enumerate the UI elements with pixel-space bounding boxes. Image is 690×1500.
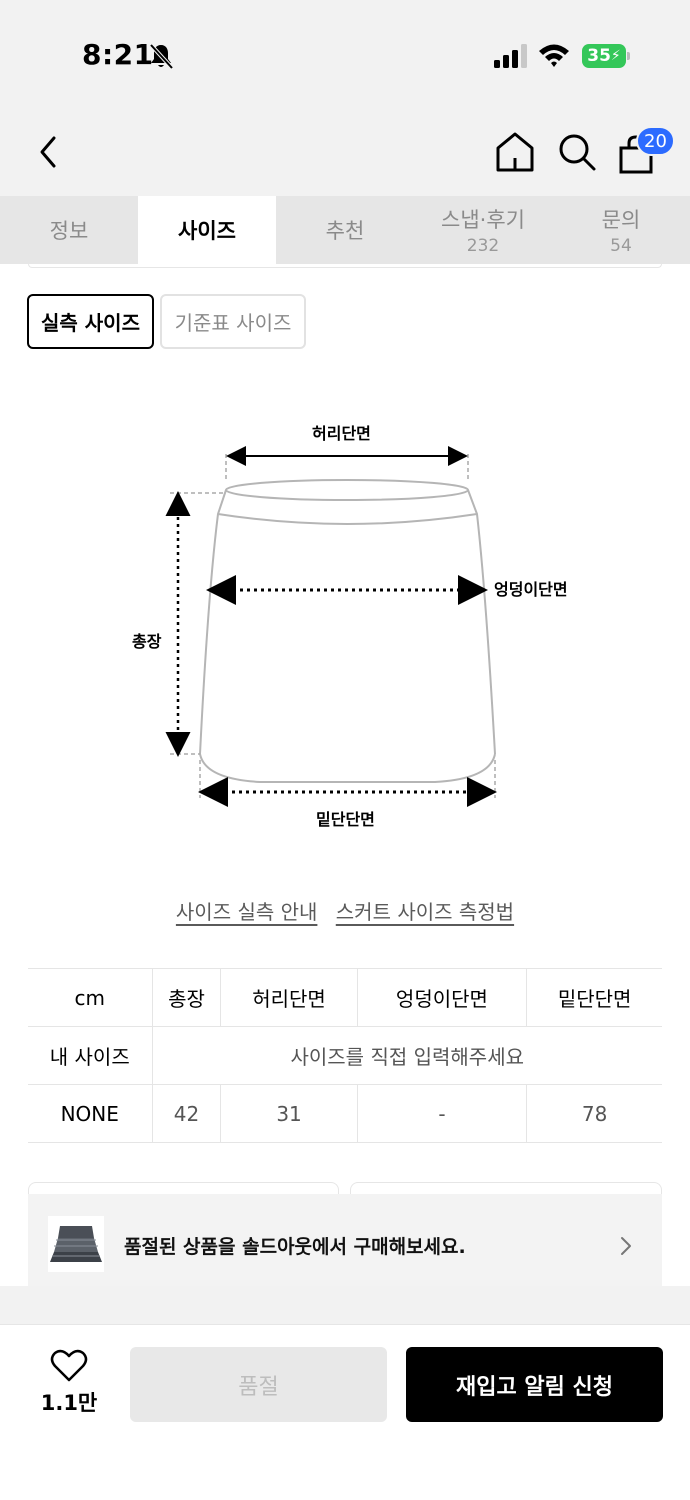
table-cell: 42 [151, 1084, 221, 1143]
chevron-left-icon[interactable] [34, 132, 64, 172]
chevron-right-icon [621, 1237, 631, 1255]
skirt-measurement-diagram: 허리단면 엉덩이단면 총장 밑단단면 [100, 394, 600, 844]
bell-slash-icon [149, 43, 174, 70]
inquiry-count: 54 [610, 236, 632, 256]
restock-alert-button[interactable]: 재입고 알림 신청 [406, 1347, 663, 1422]
table-row: NONE 42 31 - 78 [28, 1084, 662, 1143]
tab-info[interactable]: 정보 [0, 196, 138, 264]
like-count: 1.1만 [40, 1391, 98, 1415]
status-bar: 8:21 35 ⚡ [0, 0, 690, 110]
tab-size[interactable]: 사이즈 [138, 196, 276, 264]
size-table: cm 총장 허리단면 엉덩이단면 밑단단면 내 사이즈 사이즈를 직접 입력해주… [28, 968, 662, 1143]
tab-snap-review[interactable]: 스냅·후기 232 [414, 196, 552, 264]
size-measure-guide-link[interactable]: 사이즈 실측 안내 [176, 900, 318, 924]
tab-recommend[interactable]: 추천 [276, 196, 414, 264]
cart-count-badge: 20 [636, 126, 675, 156]
skirt-measure-method-link[interactable]: 스커트 사이즈 측정법 [336, 900, 514, 924]
table-header-row: cm 총장 허리단면 엉덩이단면 밑단단면 [28, 968, 662, 1027]
unit-header: cm [28, 968, 152, 1027]
column-header: 총장 [151, 968, 221, 1027]
column-header: 밑단단면 [526, 968, 662, 1027]
my-size-input-prompt[interactable]: 사이즈를 직접 입력해주세요 [151, 1026, 662, 1085]
review-count: 232 [466, 236, 500, 256]
bottom-action-bar: 1.1만 품절 재입고 알림 신청 [0, 1324, 690, 1500]
battery-indicator: 35 ⚡ [582, 44, 630, 68]
soldout-banner-text: 품절된 상품을 솔드아웃에서 구매해보세요. [124, 1236, 466, 1258]
soldout-button[interactable]: 품절 [130, 1347, 387, 1422]
my-size-row: 내 사이즈 사이즈를 직접 입력해주세요 [28, 1026, 662, 1085]
tab-inquiry[interactable]: 문의 54 [552, 196, 690, 264]
cellular-signal-icon [494, 44, 527, 68]
wifi-icon [539, 44, 569, 67]
my-size-label: 내 사이즈 [28, 1026, 152, 1085]
product-thumbnail [48, 1216, 104, 1272]
table-cell: 31 [220, 1084, 358, 1143]
size-guide-links: 사이즈 실측 안내 스커트 사이즈 측정법 [0, 896, 690, 925]
heart-icon[interactable] [50, 1349, 88, 1383]
skirt-outline [165, 446, 497, 807]
divider [28, 264, 662, 268]
status-time: 8:21 [82, 38, 154, 71]
hip-label: 엉덩이단면 [494, 580, 568, 599]
column-header: 엉덩이단면 [356, 968, 527, 1027]
top-navigation [0, 110, 690, 196]
home-icon[interactable] [494, 130, 536, 174]
length-label: 총장 [132, 632, 162, 651]
waist-label: 허리단면 [312, 424, 371, 443]
standard-size-button[interactable]: 기준표 사이즈 [160, 294, 306, 349]
product-tabs: 정보 사이즈 추천 스냅·후기 232 문의 54 [0, 196, 690, 264]
size-content: 실측 사이즈 기준표 사이즈 허리단면 엉덩이단면 총장 밑단단면 사이즈 실측… [0, 264, 690, 1286]
search-icon[interactable] [556, 130, 598, 174]
actual-size-button[interactable]: 실측 사이즈 [27, 294, 154, 349]
table-cell: 78 [526, 1084, 662, 1143]
hem-label: 밑단단면 [316, 810, 375, 829]
table-cell: - [356, 1084, 527, 1143]
battery-level: 35 [587, 46, 611, 66]
column-header: 허리단면 [220, 968, 358, 1027]
size-name: NONE [28, 1084, 152, 1143]
soldout-banner[interactable]: 품절된 상품을 솔드아웃에서 구매해보세요. [28, 1194, 662, 1286]
